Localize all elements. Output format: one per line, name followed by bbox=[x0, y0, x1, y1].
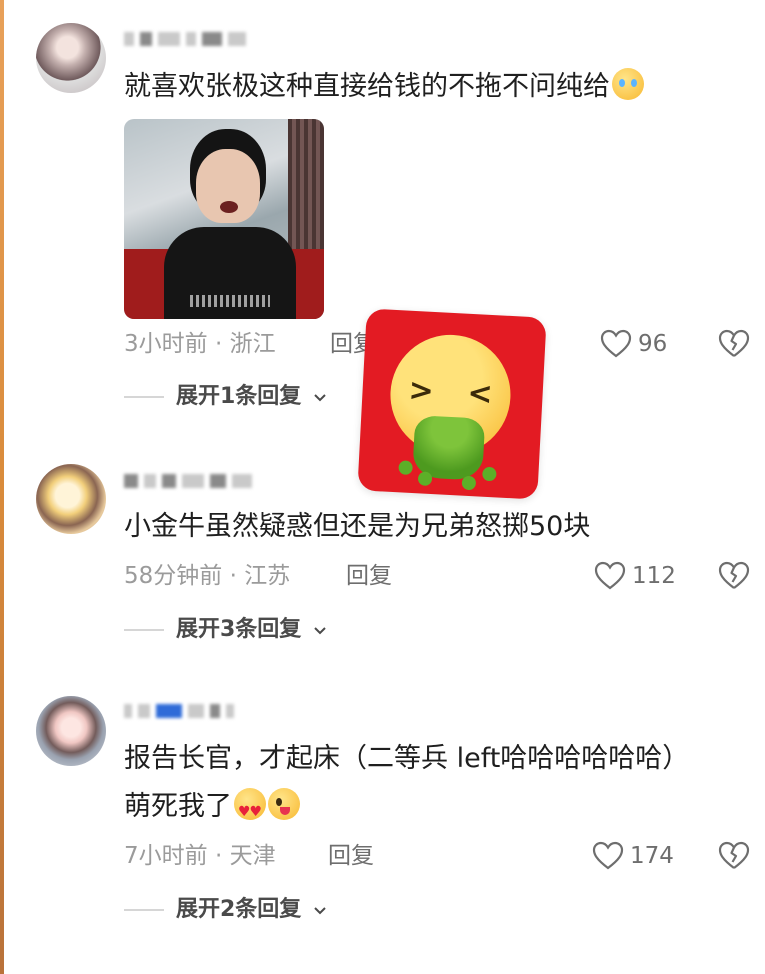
dislike-broken-heart-icon[interactable] bbox=[718, 561, 750, 591]
like-count: 96 bbox=[638, 331, 668, 357]
comment-text: 就喜欢张极这种直接给钱的不拖不问纯给 bbox=[124, 66, 644, 108]
crying-face-icon bbox=[612, 68, 644, 100]
chevron-down-icon bbox=[313, 615, 327, 645]
like-button[interactable]: 112 bbox=[594, 561, 676, 591]
reply-button[interactable]: 回复 bbox=[346, 561, 392, 591]
dislike-broken-heart-icon[interactable] bbox=[718, 841, 750, 871]
comment-text: 小金牛虽然疑惑但还是为兄弟怒掷50块 bbox=[124, 511, 591, 542]
blurred-username[interactable] bbox=[124, 470, 252, 492]
like-count: 174 bbox=[630, 843, 674, 869]
comment-text-content: 就喜欢张极这种直接给钱的不拖不问纯给 bbox=[124, 71, 610, 102]
like-button[interactable]: 174 bbox=[592, 841, 674, 871]
expand-replies[interactable]: 展开2条回复 bbox=[124, 895, 327, 925]
chevron-down-icon bbox=[313, 895, 327, 925]
like-count: 112 bbox=[632, 563, 676, 589]
left-edge-strip bbox=[0, 0, 4, 974]
blurred-username[interactable] bbox=[124, 28, 246, 50]
like-button[interactable]: 96 bbox=[600, 329, 667, 359]
comment-meta: 7小时前 · 天津 bbox=[124, 843, 276, 869]
avatar[interactable] bbox=[36, 23, 106, 93]
comment-text-line-2: 萌死我了 bbox=[124, 791, 232, 822]
expand-replies[interactable]: 展开3条回复 bbox=[124, 615, 327, 645]
comment-meta: 3小时前 · 浙江 bbox=[124, 331, 276, 357]
avatar[interactable] bbox=[36, 696, 106, 766]
winking-tongue-face-icon bbox=[268, 788, 300, 820]
heart-eyes-face-icon bbox=[234, 788, 266, 833]
expand-replies-label: 展开3条回复 bbox=[176, 617, 302, 642]
comment-text: 报告长官，才起床（二等兵 left哈哈哈哈哈哈） bbox=[124, 738, 689, 780]
expand-replies[interactable]: 展开1条回复 bbox=[124, 382, 327, 412]
dislike-broken-heart-icon[interactable] bbox=[718, 329, 750, 359]
comment-text: 萌死我了 bbox=[124, 786, 300, 833]
heart-icon bbox=[594, 561, 626, 591]
blurred-username[interactable] bbox=[124, 700, 234, 722]
reply-button[interactable]: 回复 bbox=[328, 841, 374, 871]
heart-icon bbox=[592, 841, 624, 871]
comment-text-line-1: 报告长官，才起床（二等兵 left哈哈哈哈哈哈） bbox=[124, 743, 690, 774]
heart-icon bbox=[600, 329, 632, 359]
expand-replies-label: 展开2条回复 bbox=[176, 897, 302, 922]
avatar[interactable] bbox=[36, 464, 106, 534]
comment-meta: 58分钟前 · 江苏 bbox=[124, 563, 291, 589]
expand-replies-label: 展开1条回复 bbox=[176, 384, 302, 409]
vomiting-face-icon: > < bbox=[357, 308, 547, 500]
chevron-down-icon bbox=[313, 382, 327, 412]
comment-photo[interactable] bbox=[124, 119, 324, 319]
